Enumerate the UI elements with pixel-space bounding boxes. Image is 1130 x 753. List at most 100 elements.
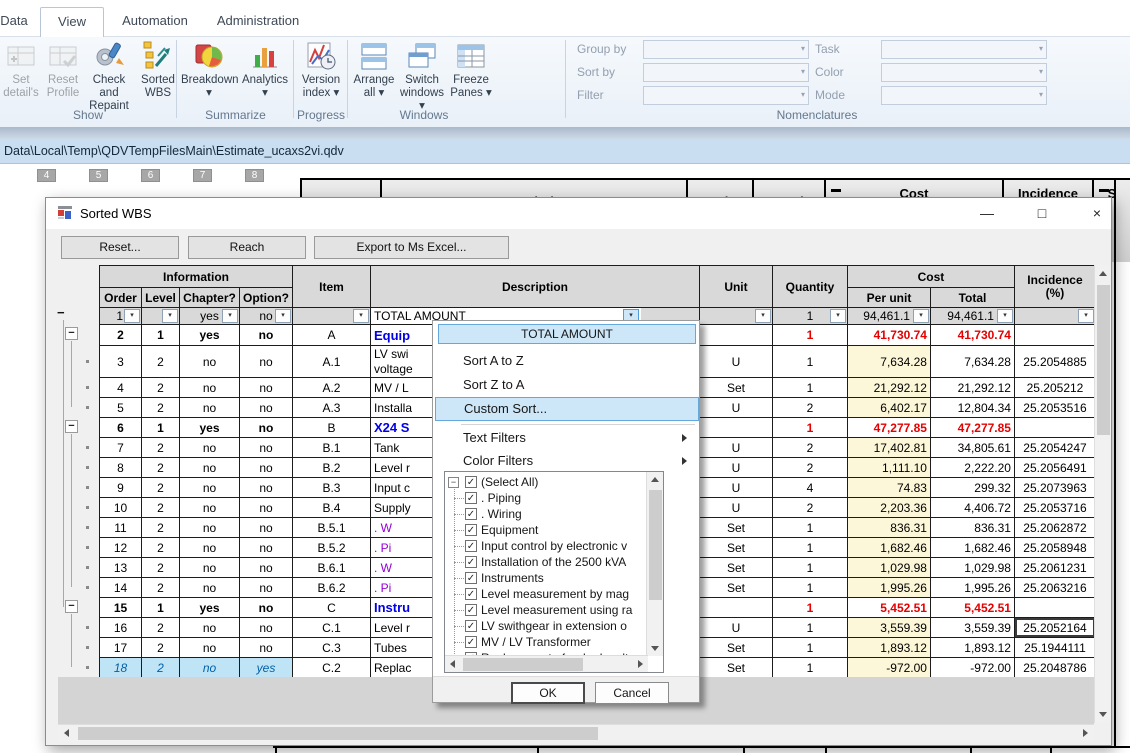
cell-incidence[interactable]: 25.205212	[1014, 378, 1095, 398]
cell-level[interactable]: 1	[142, 598, 180, 618]
scrollbar-thumb[interactable]	[463, 658, 583, 671]
level-button-6[interactable]: 6	[141, 169, 160, 182]
cell-unit[interactable]: Set	[699, 558, 772, 578]
cell-per-unit[interactable]: 47,277.85	[847, 418, 930, 438]
cell-incidence[interactable]	[1014, 598, 1095, 618]
cell-order[interactable]: 18	[100, 658, 142, 678]
cell-level[interactable]: 2	[142, 438, 180, 458]
checklist-item[interactable]: −✓(Select All)	[445, 475, 646, 491]
cell-unit[interactable]: Set	[699, 538, 772, 558]
cell-incidence[interactable]: 25.2063216	[1014, 578, 1095, 598]
cell-order[interactable]: 4	[100, 378, 142, 398]
checkbox-checked[interactable]: ✓	[465, 588, 477, 600]
checklist-vertical-scrollbar[interactable]	[646, 472, 663, 656]
cell-option[interactable]: no	[240, 478, 293, 498]
ok-button[interactable]: OK	[511, 682, 585, 704]
cell-level[interactable]: 2	[142, 538, 180, 558]
cell-per-unit[interactable]: 2,203.36	[847, 498, 930, 518]
cell-level[interactable]: 2	[142, 346, 180, 378]
filter-dropdown-button-level[interactable]: ▾	[162, 309, 178, 323]
tree-collapse-button[interactable]: −	[65, 600, 78, 613]
cell-option[interactable]: no	[240, 325, 293, 346]
filter-dropdown-button-total[interactable]: ▾	[997, 309, 1013, 323]
cell-unit[interactable]: Set	[699, 578, 772, 598]
cell-option[interactable]: no	[240, 618, 293, 638]
tab-automation[interactable]: Automation	[112, 7, 198, 37]
filter-cell-quantity[interactable]: 1▾	[772, 308, 847, 325]
cell-item[interactable]: A.3	[292, 398, 370, 418]
nomenclature-combo-filter[interactable]: ▾	[643, 86, 809, 105]
cell-incidence[interactable]: 25.2061231	[1014, 558, 1095, 578]
checkbox-checked[interactable]: ✓	[465, 636, 477, 648]
cell-level[interactable]: 2	[142, 518, 180, 538]
cell-unit[interactable]: Set	[699, 638, 772, 658]
cell-per-unit[interactable]: 1,995.26	[847, 578, 930, 598]
cell-chapter[interactable]: no	[180, 378, 240, 398]
cell-order[interactable]: 8	[100, 458, 142, 478]
collapse-minus-icon[interactable]	[831, 189, 841, 192]
cell-total[interactable]: 299.32	[930, 478, 1014, 498]
cell-total[interactable]: 34,805.61	[930, 438, 1014, 458]
cell-unit[interactable]: U	[699, 458, 772, 478]
cell-unit[interactable]: U	[699, 438, 772, 458]
scroll-up-arrow[interactable]	[651, 477, 659, 482]
checklist-item[interactable]: ✓MV / LV Transformer	[445, 635, 646, 651]
checkbox-checked[interactable]: ✓	[465, 492, 477, 504]
cell-quantity[interactable]: 4	[772, 478, 847, 498]
cell-incidence[interactable]: 25.1944111	[1014, 638, 1095, 658]
filter-dropdown-button-unit[interactable]: ▾	[755, 309, 771, 323]
scroll-down-arrow[interactable]	[651, 646, 659, 651]
cell-chapter[interactable]: no	[180, 578, 240, 598]
cell-item[interactable]: B.3	[292, 478, 370, 498]
scrollbar-thumb[interactable]	[1097, 285, 1110, 435]
cell-quantity[interactable]: 1	[772, 618, 847, 638]
menu-item-color-filters[interactable]: Color Filters	[435, 450, 699, 472]
filter-cell-total[interactable]: 94,461.1▾	[930, 308, 1014, 325]
cell-unit[interactable]: Set	[699, 378, 772, 398]
cell-total[interactable]: 47,277.85	[930, 418, 1014, 438]
cell-total[interactable]: 1,029.98	[930, 558, 1014, 578]
checkbox-checked[interactable]: ✓	[465, 572, 477, 584]
cell-level[interactable]: 2	[142, 578, 180, 598]
cell-option[interactable]: no	[240, 438, 293, 458]
cell-total[interactable]: 41,730.74	[930, 325, 1014, 346]
checklist-item[interactable]: ✓Equipment	[445, 523, 646, 539]
level-button-7[interactable]: 7	[193, 169, 212, 182]
cell-option[interactable]: no	[240, 398, 293, 418]
cell-chapter[interactable]: no	[180, 438, 240, 458]
scroll-up-arrow[interactable]	[1099, 271, 1107, 276]
cell-option[interactable]: no	[240, 418, 293, 438]
cell-incidence[interactable]: 25.2062872	[1014, 518, 1095, 538]
cell-total[interactable]: 836.31	[930, 518, 1014, 538]
cell-option[interactable]: no	[240, 498, 293, 518]
cell-option[interactable]: no	[240, 538, 293, 558]
cancel-button[interactable]: Cancel	[595, 682, 669, 704]
filter-menu-header[interactable]: TOTAL AMOUNT	[438, 324, 696, 344]
cell-level[interactable]: 1	[142, 418, 180, 438]
scroll-left-arrow[interactable]	[64, 729, 69, 737]
dialog-titlebar[interactable]: Sorted WBS — □ ×	[46, 198, 1111, 229]
tab-view[interactable]: View	[40, 7, 104, 37]
scrollbar-thumb[interactable]	[78, 727, 598, 740]
checklist-item[interactable]: ✓Level measurement using ra	[445, 603, 646, 619]
switch-windows-button[interactable]: Switch windows ▾	[398, 40, 446, 113]
cell-order[interactable]: 7	[100, 438, 142, 458]
cell-incidence[interactable]: 25.2054247	[1014, 438, 1095, 458]
cell-incidence[interactable]: 25.2053716	[1014, 498, 1095, 518]
cell-quantity[interactable]: 1	[772, 598, 847, 618]
checkbox-checked[interactable]: ✓	[465, 604, 477, 616]
cell-quantity[interactable]: 1	[772, 538, 847, 558]
cell-level[interactable]: 2	[142, 498, 180, 518]
cell-chapter[interactable]: no	[180, 478, 240, 498]
version-index-button[interactable]: Version index ▾	[296, 40, 346, 100]
level-button-4[interactable]: 4	[37, 169, 56, 182]
cell-incidence[interactable]: 25.2053516	[1014, 398, 1095, 418]
cell-option[interactable]: no	[240, 638, 293, 658]
cell-per-unit[interactable]: 41,730.74	[847, 325, 930, 346]
cell-order[interactable]: 15	[100, 598, 142, 618]
checkbox-checked[interactable]: ✓	[465, 476, 477, 488]
cell-total[interactable]: 1,893.12	[930, 638, 1014, 658]
cell-item[interactable]: B.4	[292, 498, 370, 518]
cell-order[interactable]: 10	[100, 498, 142, 518]
checklist-item[interactable]: ✓. Wiring	[445, 507, 646, 523]
